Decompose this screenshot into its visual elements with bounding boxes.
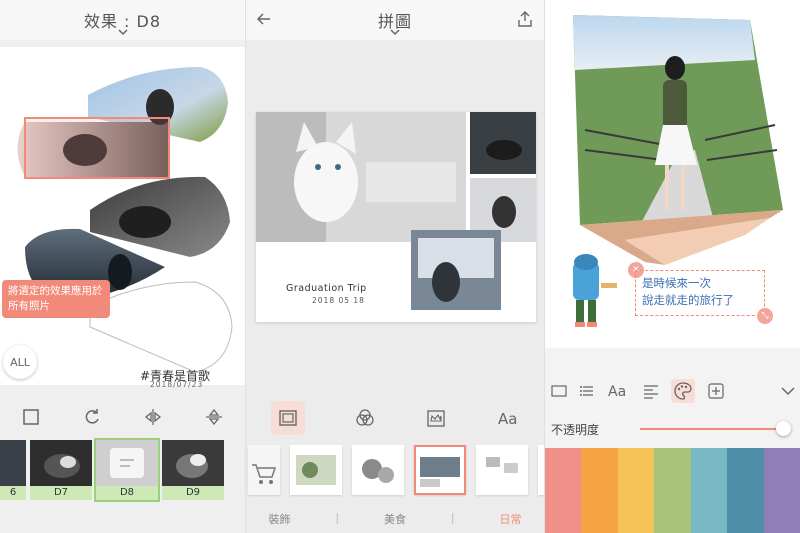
color-swatch[interactable] (581, 448, 618, 533)
svg-text:Aa: Aa (498, 410, 517, 428)
tab-separator: | (335, 511, 340, 524)
text-line-2: 說走就走的旅行了 (642, 293, 734, 307)
filter-thumb[interactable]: 6 (0, 440, 26, 500)
effects-panel: 效果 : D8 #青春是首歌 2018/07/23 將選定的效果應用於所有照片 … (0, 0, 245, 533)
effects-canvas[interactable]: #青春是首歌 2018/07/23 (0, 47, 245, 389)
cart-icon (252, 464, 277, 484)
align-left-icon[interactable] (643, 383, 659, 399)
filter-strip[interactable]: 6 D7 D8 D9 (0, 438, 245, 502)
opacity-label: 不透明度 (551, 422, 600, 437)
text-line-1: 是時候來一次 (642, 276, 711, 290)
keyboard-icon[interactable] (551, 383, 567, 399)
frame-icon (278, 410, 297, 426)
filter-label: D8 (96, 486, 158, 500)
collage-topbar: 拼圖 (246, 0, 544, 40)
collage-date: 2018/07/23 (150, 380, 204, 389)
leaf-collage[interactable] (0, 47, 245, 385)
text-canvas[interactable]: ✕ 是時候來一次 說走就走的旅行了 ⤡ (545, 0, 800, 348)
text-box[interactable]: 是時候來一次 說走就走的旅行了 (635, 270, 765, 316)
traveler-sticker[interactable] (573, 254, 617, 327)
apply-all-button[interactable]: ALL (3, 345, 37, 379)
collage-panel: 拼圖 Graduation Trip 2018 05 18 Aa 裝飾 | 美食… (245, 0, 545, 533)
effects-toolbar (0, 398, 245, 436)
effects-topbar: 效果 : D8 (0, 0, 245, 40)
filter-thumb-selected[interactable]: D8 (94, 438, 160, 502)
tab-separator: | (450, 511, 455, 524)
filter-label: D7 (30, 486, 92, 500)
layout-thumb-selected[interactable] (414, 445, 466, 495)
layout-thumb[interactable] (476, 445, 528, 495)
layout-tool[interactable] (270, 401, 305, 435)
collage-canvas[interactable]: Graduation Trip 2018 05 18 (256, 112, 536, 322)
layout-thumb[interactable] (290, 445, 342, 495)
color-tool[interactable] (671, 379, 695, 403)
color-swatch[interactable] (617, 448, 655, 533)
collapse-chevron-icon[interactable] (780, 383, 796, 399)
flip-vertical-icon[interactable] (204, 407, 224, 427)
color-swatch[interactable] (690, 448, 728, 533)
opacity-slider-knob[interactable] (776, 421, 791, 436)
color-swatch[interactable] (763, 448, 800, 533)
collage-toolbar: Aa (246, 400, 544, 436)
filter-thumb[interactable]: D7 (30, 440, 92, 500)
layout-strip[interactable] (246, 445, 544, 500)
collage-empty-slot[interactable] (89, 281, 233, 373)
list-icon[interactable] (579, 383, 595, 399)
shop-cart-thumb[interactable] (248, 445, 280, 495)
font-icon[interactable]: Aa (607, 382, 631, 400)
palette-icon (674, 382, 692, 400)
color-swatch[interactable] (654, 448, 691, 533)
layout-thumb[interactable] (352, 445, 404, 495)
sticker-crown-icon[interactable] (425, 407, 447, 429)
svg-text:Aa: Aa (608, 384, 626, 400)
text-panel: ✕ 是時候來一次 說走就走的旅行了 ⤡ Aa 不透明度 (545, 0, 800, 533)
tab-decoration[interactable]: 裝飾 (268, 511, 290, 531)
add-text-icon[interactable] (707, 382, 725, 400)
filter-label: 6 (0, 486, 26, 500)
opacity-slider-track[interactable] (640, 428, 785, 430)
overlap-circles-icon[interactable] (354, 407, 376, 429)
color-swatch[interactable] (727, 448, 764, 533)
selected-photo-frame[interactable] (24, 117, 170, 179)
apply-all-tooltip: 將選定的效果應用於所有照片 (2, 280, 110, 318)
rotate-icon[interactable] (82, 407, 102, 427)
text-toolbar: Aa (545, 376, 800, 406)
chevron-down-icon[interactable] (117, 27, 128, 37)
color-swatch[interactable] (545, 448, 582, 533)
filter-thumb[interactable]: D9 (162, 440, 224, 500)
flip-horizontal-icon[interactable] (143, 407, 163, 427)
resize-text-button[interactable]: ⤡ (757, 308, 773, 324)
tab-daily[interactable]: 日常 (500, 511, 522, 531)
text-icon[interactable]: Aa (496, 408, 520, 428)
collage-date: 2018 05 18 (312, 296, 365, 305)
layout-thumb[interactable] (538, 445, 544, 495)
tab-food[interactable]: 美食 (384, 511, 406, 531)
chevron-down-icon[interactable] (390, 27, 400, 37)
crop-icon[interactable] (21, 407, 41, 427)
back-arrow-icon[interactable] (256, 11, 272, 27)
filter-label: D9 (162, 486, 224, 500)
color-swatches (545, 448, 800, 533)
collage-caption: Graduation Trip (286, 283, 367, 294)
share-icon[interactable] (516, 10, 534, 28)
category-tabs: 裝飾 | 美食 | 日常 (246, 511, 544, 531)
app-root: 效果 : D8 #青春是首歌 2018/07/23 將選定的效果應用於所有照片 … (0, 0, 800, 533)
